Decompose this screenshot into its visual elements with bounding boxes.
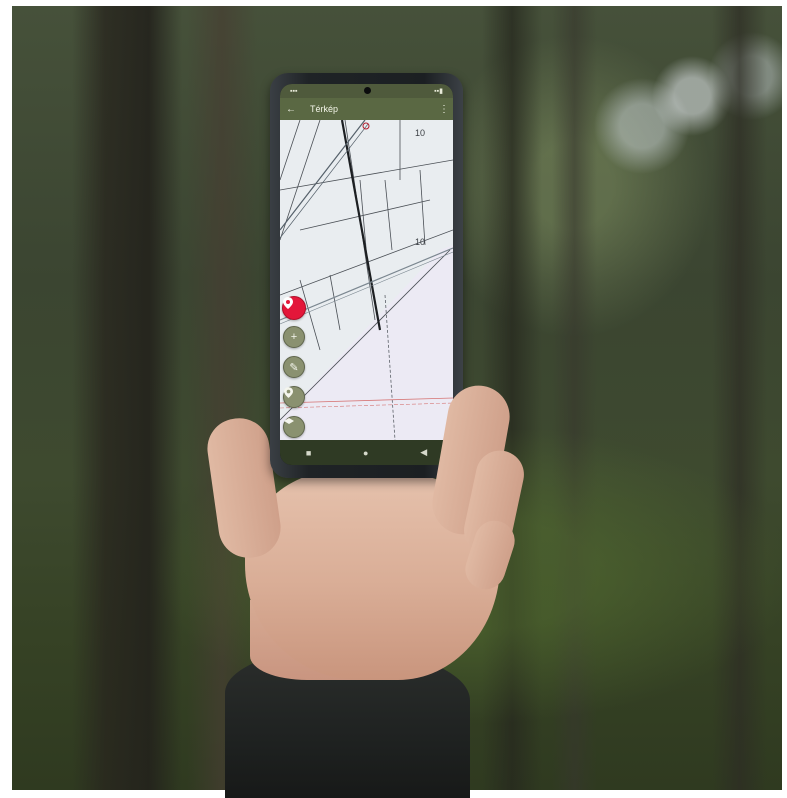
location-pin-icon[interactable] [282,296,306,320]
plus-icon[interactable]: + [283,326,305,348]
cadastral-map [280,120,453,440]
back-nav-button[interactable]: ◀ [420,447,427,458]
more-vert-icon[interactable]: ⋮ [439,104,449,115]
home-button[interactable]: ● [363,448,368,458]
status-left: ▪▪▪ [290,87,298,95]
parcel-label: 10 [415,128,426,138]
phone-screen: ▪▪▪ ▪▪▮ ← Térkép ⋮ 10 10 + ✎ ■ ● ◀ [280,84,453,465]
parcel-label: 10 [415,237,426,247]
app-bar: ← Térkép ⋮ [280,98,453,120]
arrow-back-icon[interactable]: ← [286,104,300,115]
pencil-icon[interactable]: ✎ [283,356,305,378]
status-right: ▪▪▮ [434,88,443,95]
page-title: Térkép [310,104,339,114]
map-marker-icon[interactable] [283,386,305,408]
recents-button[interactable]: ■ [306,448,311,458]
system-nav-bar: ■ ● ◀ [280,440,453,465]
front-camera [364,87,371,94]
layers-icon[interactable] [283,416,305,438]
map-view[interactable]: 10 10 + ✎ [280,120,453,440]
